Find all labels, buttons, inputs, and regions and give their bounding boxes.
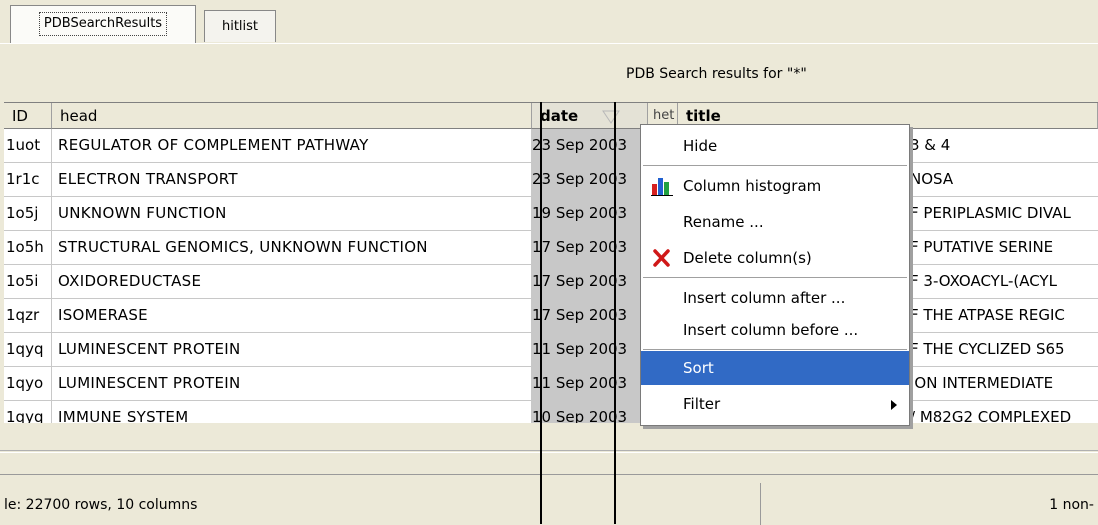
cell-date: 17 Sep 2003 (532, 231, 648, 264)
cell-head: OXIDOREDUCTASE (52, 265, 532, 298)
results-table[interactable]: ID head date het title 1uot REGULATOR OF… (4, 102, 1098, 423)
cell-id: 1uot (4, 129, 52, 162)
cell-id: 1r1c (4, 163, 52, 196)
menu-item-insert-column-after[interactable]: Insert column after ... (641, 281, 909, 315)
cell-id: 1qyq (4, 333, 52, 366)
cell-date: 23 Sep 2003 (532, 163, 648, 196)
status-separator (760, 483, 761, 525)
cell-date: 17 Sep 2003 (532, 299, 648, 332)
column-drag-guide-left (540, 102, 542, 524)
menu-item-filter-label: Filter (683, 395, 721, 413)
menu-item-rename-label: Rename ... (683, 213, 764, 231)
submenu-arrow-icon (891, 400, 897, 410)
menu-item-delete-columns[interactable]: Delete column(s) (641, 241, 909, 275)
table-row[interactable]: 1qyq LUMINESCENT PROTEIN 11 Sep 2003 F T… (4, 333, 1098, 367)
menu-item-insert-column-before[interactable]: Insert column before ... (641, 313, 909, 347)
cell-id: 1qyq (4, 401, 52, 423)
tab-pdbsearchresults[interactable]: PDBSearchResults (10, 5, 196, 44)
results-header: PDB Search results for "*" (0, 44, 1098, 100)
cell-date: 10 Sep 2003 (532, 401, 648, 423)
menu-separator (643, 277, 907, 278)
menu-item-insert-column-before-label: Insert column before ... (683, 321, 859, 339)
splitter-bar[interactable] (0, 452, 1098, 475)
table-row[interactable]: 1o5h STRUCTURAL GENOMICS, UNKNOWN FUNCTI… (4, 231, 1098, 265)
tab-strip: PDBSearchResults hitlist (0, 0, 1098, 44)
cell-id: 1o5i (4, 265, 52, 298)
status-bar: le: 22700 rows, 10 columns 1 non- (0, 474, 1098, 525)
horizontal-scrollbar[interactable] (0, 424, 1098, 451)
table-row[interactable]: 1qyq IMMUNE SYSTEM 10 Sep 2003 / M82G2 C… (4, 401, 1098, 423)
tab-pdbsearchresults-label: PDBSearchResults (38, 12, 168, 36)
cell-id: 1qzr (4, 299, 52, 332)
tab-hitlist-label: hitlist (221, 19, 259, 34)
column-header-date[interactable]: date (532, 103, 648, 129)
cell-head: LUMINESCENT PROTEIN (52, 333, 532, 366)
table-row[interactable]: 1o5j UNKNOWN FUNCTION 19 Sep 2003 F PERI… (4, 197, 1098, 231)
cell-head: REGULATOR OF COMPLEMENT PATHWAY (52, 129, 532, 162)
cell-date: 23 Sep 2003 (532, 129, 648, 162)
cell-date: 11 Sep 2003 (532, 333, 648, 366)
menu-item-filter[interactable]: Filter (641, 387, 909, 421)
results-subtitle: PDB Search results for "*" (626, 66, 807, 82)
column-context-menu: Hide Column histogram Rename ... Delete … (640, 124, 910, 426)
menu-item-column-histogram[interactable]: Column histogram (641, 169, 909, 203)
table-row[interactable]: 1o5i OXIDOREDUCTASE 17 Sep 2003 F 3-OXOA… (4, 265, 1098, 299)
histogram-icon (651, 178, 673, 196)
status-table-info: le: 22700 rows, 10 columns (4, 497, 198, 513)
menu-item-hide-label: Hide (683, 137, 718, 155)
cell-head: UNKNOWN FUNCTION (52, 197, 532, 230)
table-row[interactable]: 1uot REGULATOR OF COMPLEMENT PATHWAY 23 … (4, 129, 1098, 163)
column-drag-guide-right (614, 102, 616, 524)
menu-item-rename[interactable]: Rename ... (641, 205, 909, 239)
cell-head: ISOMERASE (52, 299, 532, 332)
sort-triangle-icon (602, 110, 620, 124)
column-header-id[interactable]: ID (4, 103, 52, 129)
table-row[interactable]: 1qyo LUMINESCENT PROTEIN 11 Sep 2003 ION… (4, 367, 1098, 401)
status-right-text: 1 non- (1049, 497, 1094, 513)
cell-id: 1qyo (4, 367, 52, 400)
cell-date: 19 Sep 2003 (532, 197, 648, 230)
menu-item-delete-columns-label: Delete column(s) (683, 249, 812, 267)
menu-item-sort[interactable]: Sort (641, 351, 909, 385)
table-row[interactable]: 1qzr ISOMERASE 17 Sep 2003 F THE ATPASE … (4, 299, 1098, 333)
cell-head: LUMINESCENT PROTEIN (52, 367, 532, 400)
menu-item-insert-column-after-label: Insert column after ... (683, 289, 846, 307)
tab-hitlist[interactable]: hitlist (204, 10, 276, 42)
menu-separator (643, 349, 907, 350)
column-header-date-label: date (540, 107, 579, 125)
cell-id: 1o5j (4, 197, 52, 230)
cell-date: 11 Sep 2003 (532, 367, 648, 400)
column-header-head[interactable]: head (52, 103, 532, 129)
menu-item-sort-label: Sort (683, 359, 714, 377)
cell-head: IMMUNE SYSTEM (52, 401, 532, 423)
table-row[interactable]: 1r1c ELECTRON TRANSPORT 23 Sep 2003 NOSA (4, 163, 1098, 197)
menu-item-column-histogram-label: Column histogram (683, 177, 822, 195)
cell-date: 17 Sep 2003 (532, 265, 648, 298)
cell-head: STRUCTURAL GENOMICS, UNKNOWN FUNCTION (52, 231, 532, 264)
menu-item-hide[interactable]: Hide (641, 129, 909, 163)
delete-x-icon (653, 249, 670, 267)
cell-head: ELECTRON TRANSPORT (52, 163, 532, 196)
cell-id: 1o5h (4, 231, 52, 264)
menu-separator (643, 165, 907, 166)
